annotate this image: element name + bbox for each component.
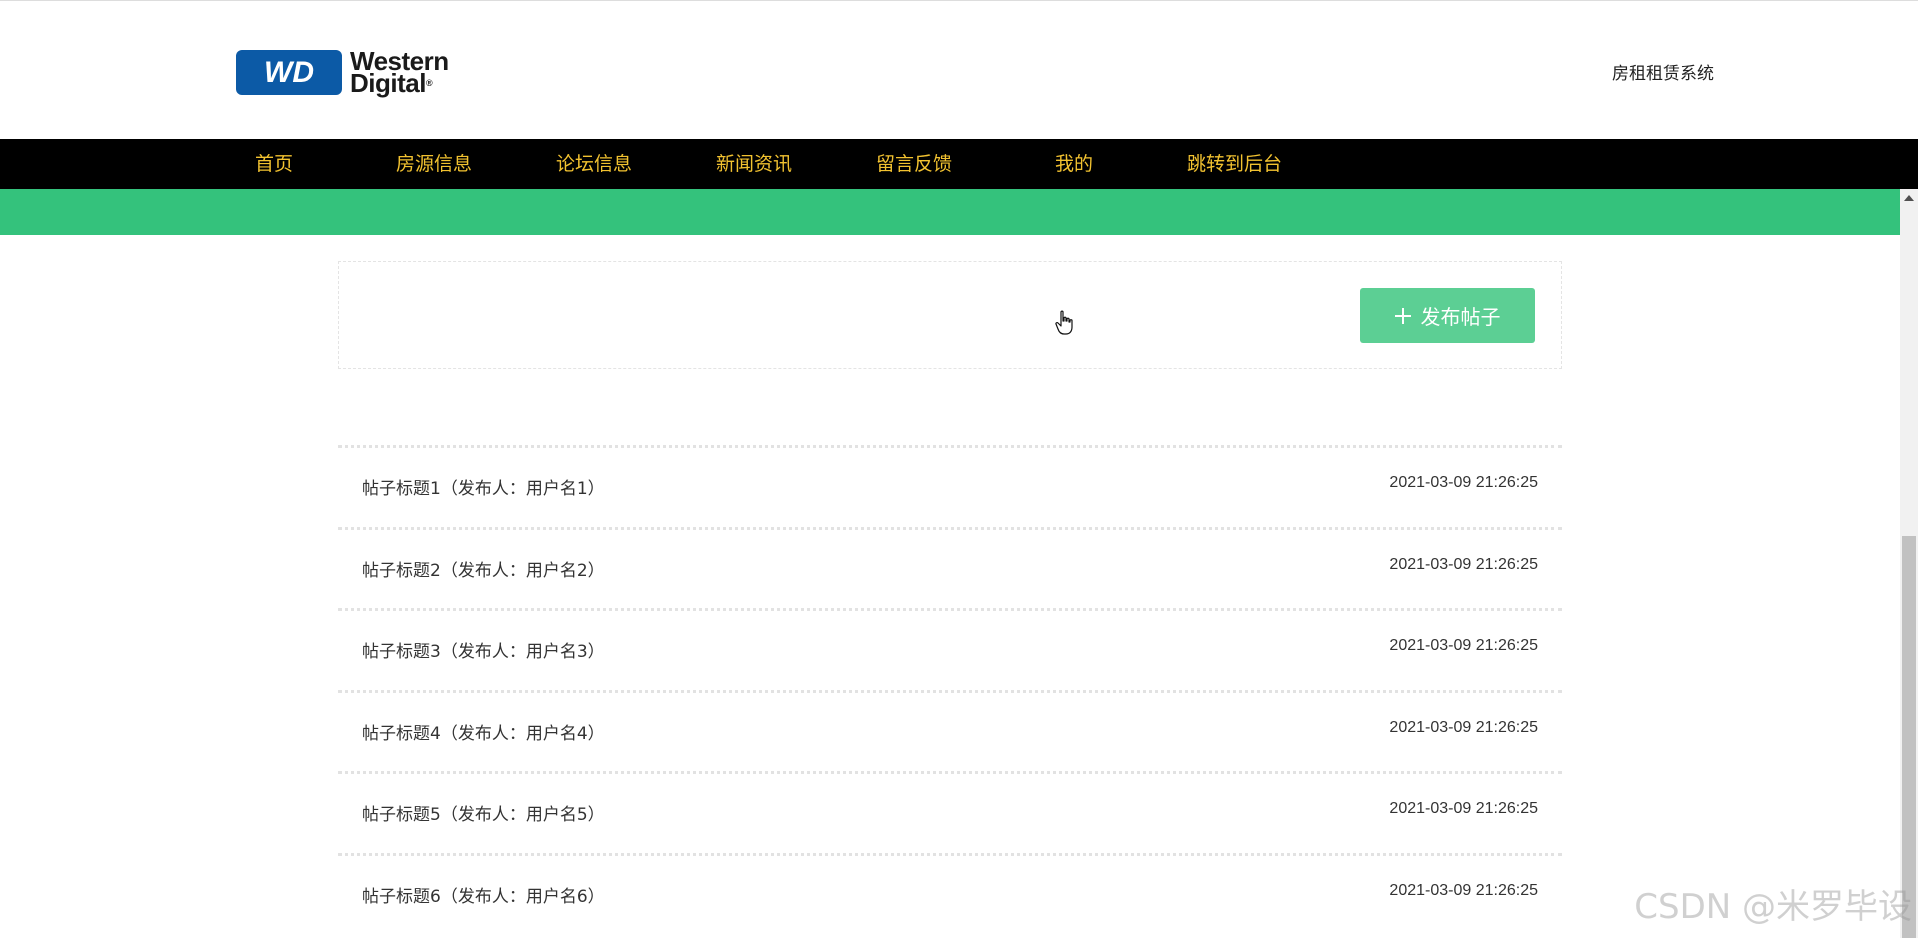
vertical-scrollbar[interactable] [1900,189,1918,938]
publish-post-label: 发布帖子 [1420,305,1501,329]
post-title[interactable]: 帖子标题2（发布人：用户名2） [362,556,605,581]
svg-text:WD: WD [264,56,314,89]
scrollbar-thumb[interactable] [1902,536,1916,938]
list-item[interactable]: 帖子标题6（发布人：用户名6） 2021-03-09 21:26:25 [338,852,1562,935]
list-item[interactable]: 帖子标题2（发布人：用户名2） 2021-03-09 21:26:25 [338,526,1562,609]
wd-logo-badge: WD [236,49,342,95]
post-title[interactable]: 帖子标题3（发布人：用户名3） [362,637,605,662]
accent-banner [0,189,1900,235]
post-list: 帖子标题1（发布人：用户名1） 2021-03-09 21:26:25 帖子标题… [338,445,1562,934]
csdn-watermark: CSDN @米罗毕设 [1634,887,1912,927]
forum-action-box: 发布帖子 [338,261,1562,369]
publish-post-button[interactable]: 发布帖子 [1360,288,1535,343]
scroll-up-icon[interactable] [1904,195,1914,201]
post-title[interactable]: 帖子标题4（发布人：用户名4） [362,719,605,744]
nav-item-news[interactable]: 新闻资讯 [716,139,792,189]
registered-mark: ® [425,78,433,88]
nav-item-forum[interactable]: 论坛信息 [556,139,632,189]
list-item[interactable]: 帖子标题4（发布人：用户名4） 2021-03-09 21:26:25 [338,689,1562,772]
system-title: 房租租赁系统 [1612,64,1714,84]
page: WD Western Digital® 房租租赁系统 首页 房源信息 论坛信息 … [0,0,1918,938]
list-item[interactable]: 帖子标题5（发布人：用户名5） 2021-03-09 21:26:25 [338,771,1562,853]
site-header: WD Western Digital® 房租租赁系统 [0,0,1918,139]
post-time: 2021-03-09 21:26:25 [1389,800,1538,817]
post-time: 2021-03-09 21:26:25 [1389,881,1538,899]
nav-item-listings[interactable]: 房源信息 [396,139,472,189]
logo-wordmark: Western Digital® [350,48,449,96]
western-digital-logo[interactable]: WD Western Digital® [236,48,472,96]
post-time: 2021-03-09 21:26:25 [1389,474,1538,491]
post-time: 2021-03-09 21:26:25 [1389,555,1538,573]
post-title[interactable]: 帖子标题5（发布人：用户名5） [362,800,605,825]
post-time: 2021-03-09 21:26:25 [1389,718,1538,736]
post-time: 2021-03-09 21:26:25 [1389,637,1538,654]
post-title[interactable]: 帖子标题6（发布人：用户名6） [362,882,605,907]
main-nav: 首页 房源信息 论坛信息 新闻资讯 留言反馈 我的 跳转到后台 [0,139,1918,189]
post-title[interactable]: 帖子标题1（发布人：用户名1） [362,474,605,499]
nav-item-admin[interactable]: 跳转到后台 [1187,139,1282,189]
nav-item-home[interactable]: 首页 [255,139,293,189]
list-item[interactable]: 帖子标题1（发布人：用户名1） 2021-03-09 21:26:25 [338,445,1562,527]
nav-item-mine[interactable]: 我的 [1055,139,1093,189]
list-item[interactable]: 帖子标题3（发布人：用户名3） 2021-03-09 21:26:25 [338,608,1562,690]
wd-logo-icon: WD [264,56,314,89]
plus-icon [1394,307,1411,324]
nav-item-feedback[interactable]: 留言反馈 [876,139,952,189]
